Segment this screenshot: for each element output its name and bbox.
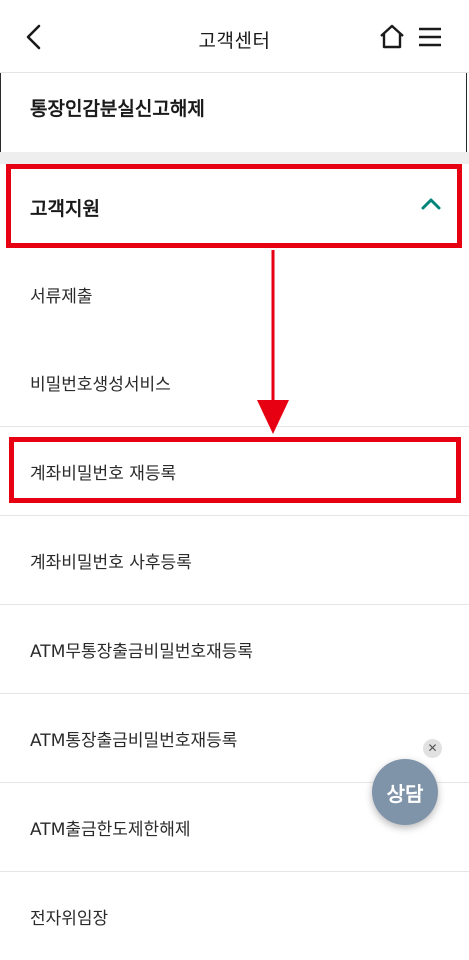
submenu-item-label: ATM출금한도제한해제: [30, 820, 191, 840]
close-icon[interactable]: ✕: [423, 739, 442, 758]
submenu-item-document-submit[interactable]: 서류제출: [0, 250, 469, 339]
submenu-item-atm-nobook-password[interactable]: ATM무통장출금비밀번호재등록: [0, 605, 469, 694]
submenu-item-label: ATM통장출금비밀번호재등록: [30, 731, 238, 751]
submenu-item-account-password-reregister[interactable]: 계좌비밀번호 재등록: [0, 427, 469, 516]
submenu-item-password-generation[interactable]: 비밀번호생성서비스: [0, 338, 469, 427]
submenu-item-label: ATM무통장출금비밀번호재등록: [30, 642, 254, 662]
hamburger-menu-icon[interactable]: [418, 26, 442, 48]
menu-item-passbook-seal[interactable]: 통장인감분실신고해제: [0, 72, 469, 152]
submenu-item-electronic-power-of-attorney[interactable]: 전자위임장: [0, 872, 469, 960]
section-header-customer-support[interactable]: 고객지원: [0, 164, 469, 250]
app-header: 고객센터: [0, 0, 469, 73]
submenu-item-account-password-post-register[interactable]: 계좌비밀번호 사후등록: [0, 516, 469, 605]
section-title: 고객지원: [30, 198, 100, 220]
chat-consult-button[interactable]: 상담: [372, 759, 438, 825]
menu-item-label: 통장인감분실신고해제: [30, 98, 205, 120]
submenu-item-label: 비밀번호생성서비스: [30, 375, 171, 395]
submenu-item-label: 계좌비밀번호 재등록: [30, 464, 177, 484]
section-divider: [0, 152, 469, 164]
submenu-item-label: 전자위임장: [30, 909, 109, 929]
submenu-item-label: 서류제출: [30, 287, 93, 307]
home-icon[interactable]: [378, 24, 406, 50]
chevron-up-icon[interactable]: [420, 197, 442, 211]
submenu-item-label: 계좌비밀번호 사후등록: [30, 553, 192, 573]
